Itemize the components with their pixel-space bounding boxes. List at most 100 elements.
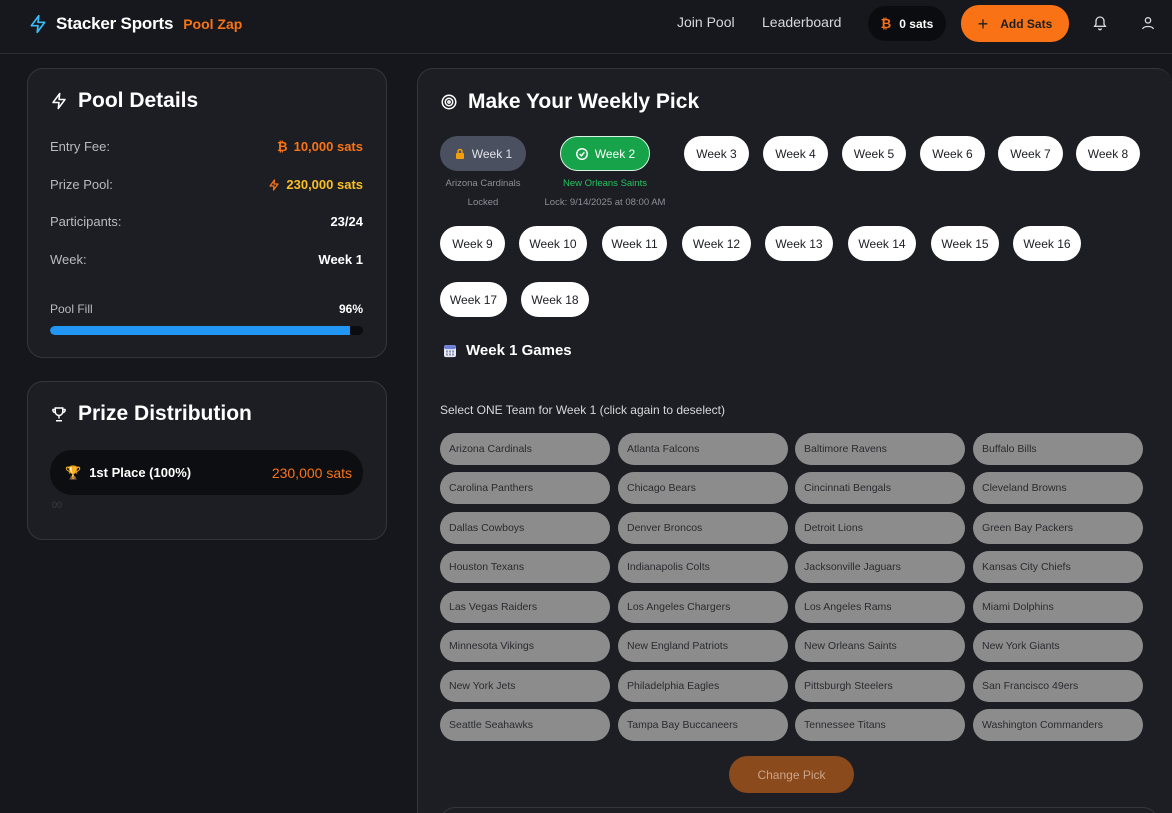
pool-fill-progress-bar [50,326,351,335]
change-pick-button[interactable]: Change Pick [729,756,854,793]
week-13-button[interactable]: Week 13 [765,226,833,261]
calendar-icon [444,345,456,358]
top-header: Stacker Sports Pool Zap Join Pool Leader… [0,0,1172,54]
participants-value: 23/24 [330,214,363,229]
week-18-button[interactable]: Week 18 [521,282,589,317]
team-button[interactable]: Tampa Bay Buccaneers [618,709,788,741]
wallet-balance[interactable]: ₿ 0 sats [868,6,946,41]
weekly-pick-title: Make Your Weekly Pick [440,90,699,114]
brand[interactable]: Stacker Sports Pool Zap [28,12,242,36]
user-icon[interactable] [1140,15,1156,31]
week-11-button[interactable]: Week 11 [602,226,667,261]
prize-distribution-heading: Prize Distribution [78,402,252,425]
week-8-button[interactable]: Week 8 [1076,136,1140,171]
add-sats-button[interactable]: + Add Sats [961,5,1069,42]
team-button[interactable]: San Francisco 49ers [973,670,1143,702]
team-button[interactable]: Las Vegas Raiders [440,591,610,623]
week-label: Week: [50,252,87,267]
entry-fee-label: Entry Fee: [50,139,110,154]
week-1-button[interactable]: Week 1 [440,136,526,171]
team-button[interactable]: Buffalo Bills [973,433,1143,465]
week-9-button[interactable]: Week 9 [440,226,505,261]
team-button[interactable]: Pittsburgh Steelers [795,670,965,702]
team-button[interactable]: Jacksonville Jaguars [795,551,965,583]
prize-place: 🏆 1st Place (100%) [65,465,191,481]
team-button[interactable]: Minnesota Vikings [440,630,610,662]
bell-icon[interactable] [1092,15,1108,31]
team-button[interactable]: Denver Broncos [618,512,788,544]
team-button[interactable]: Houston Texans [440,551,610,583]
team-button[interactable]: Los Angeles Chargers [618,591,788,623]
wallet-balance-value: 0 sats [899,16,934,31]
team-button[interactable]: Cleveland Browns [973,472,1143,504]
week-3-button[interactable]: Week 3 [684,136,749,171]
trophy-emoji-icon: 🏆 [65,464,82,480]
week-2-team: New Orleans Saints [563,178,647,189]
week-14-button[interactable]: Week 14 [848,226,916,261]
entry-fee-row: Entry Fee: ₿ 10,000 sats [50,139,363,154]
week-1-status: Locked [467,197,499,208]
week-15-button[interactable]: Week 15 [931,226,999,261]
week-12-button[interactable]: Week 12 [682,226,751,261]
team-button[interactable]: Kansas City Chiefs [973,551,1143,583]
week-16-button[interactable]: Week 16 [1013,226,1081,261]
prize-pool-amount: 230,000 sats [286,177,363,192]
team-button[interactable]: Washington Commanders [973,709,1143,741]
week-5-button[interactable]: Week 5 [842,136,906,171]
prize-distribution-card: Prize Distribution 🏆 1st Place (100%) 23… [27,381,387,540]
team-button[interactable]: New Orleans Saints [795,630,965,662]
prize-amount: 230,000 sats [271,464,352,481]
team-button[interactable]: Baltimore Ravens [795,433,965,465]
week-games-title: Week 1 Games [442,342,572,359]
team-button[interactable]: Philadelphia Eagles [618,670,788,702]
target-icon [441,94,457,110]
prize-pool-label: Prize Pool: [50,177,113,192]
week-games-heading: Week 1 Games [466,342,572,359]
team-button[interactable]: Chicago Bears [618,472,788,504]
week-2-lock: Lock: 9/14/2025 at 08:00 AM [544,197,666,208]
prize-distribution-title: Prize Distribution [50,402,252,426]
entry-fee-amount: 10,000 sats [293,139,363,154]
weekly-pick-heading: Make Your Weekly Pick [468,90,700,113]
lock-icon [455,148,464,159]
next-section-edge [440,807,1158,813]
team-button[interactable]: New York Jets [440,670,610,702]
bitcoin-icon: ₿ [880,16,892,31]
plus-icon: + [977,13,989,34]
week-7-button[interactable]: Week 7 [998,136,1063,171]
team-button[interactable]: Atlanta Falcons [618,433,788,465]
team-button[interactable]: Carolina Panthers [440,472,610,504]
team-button[interactable]: Tennessee Titans [795,709,965,741]
team-button[interactable]: Green Bay Packers [973,512,1143,544]
team-button[interactable]: Arizona Cardinals [440,433,610,465]
nav-join-pool[interactable]: Join Pool [677,14,735,30]
team-button[interactable]: Dallas Cowboys [440,512,610,544]
team-button[interactable]: Cincinnati Bengals [795,472,965,504]
prize-faint-text: 00 [52,500,63,510]
pool-fill-label: Pool Fill [50,302,93,316]
week-1-team: Arizona Cardinals [445,178,521,189]
add-sats-label: Add Sats [1000,16,1053,31]
pool-fill-value: 96% [338,302,363,316]
team-button[interactable]: Los Angeles Rams [795,591,965,623]
nav-leaderboard[interactable]: Leaderboard [762,14,841,30]
week-2-button[interactable]: Week 2 [560,136,650,171]
prize-pool-value: 230,000 sats [268,177,363,192]
team-button[interactable]: Detroit Lions [795,512,965,544]
team-button[interactable]: Seattle Seahawks [440,709,610,741]
week-value: Week 1 [318,252,363,267]
week-row: Week: Week 1 [50,252,363,267]
select-team-hint: Select ONE Team for Week 1 (click again … [440,403,726,417]
brand-subtitle: Pool Zap [183,16,243,32]
team-button[interactable]: Indianapolis Colts [618,551,788,583]
week-6-button[interactable]: Week 6 [920,136,985,171]
team-button[interactable]: New England Patriots [618,630,788,662]
team-button[interactable]: New York Giants [973,630,1143,662]
team-button[interactable]: Miami Dolphins [973,591,1143,623]
week-4-button[interactable]: Week 4 [763,136,828,171]
pool-fill-row: Pool Fill 96% [50,302,363,316]
week-10-button[interactable]: Week 10 [519,226,587,261]
week-17-button[interactable]: Week 17 [440,282,507,317]
participants-row: Participants: 23/24 [50,214,363,229]
pool-fill-progress [50,326,363,335]
